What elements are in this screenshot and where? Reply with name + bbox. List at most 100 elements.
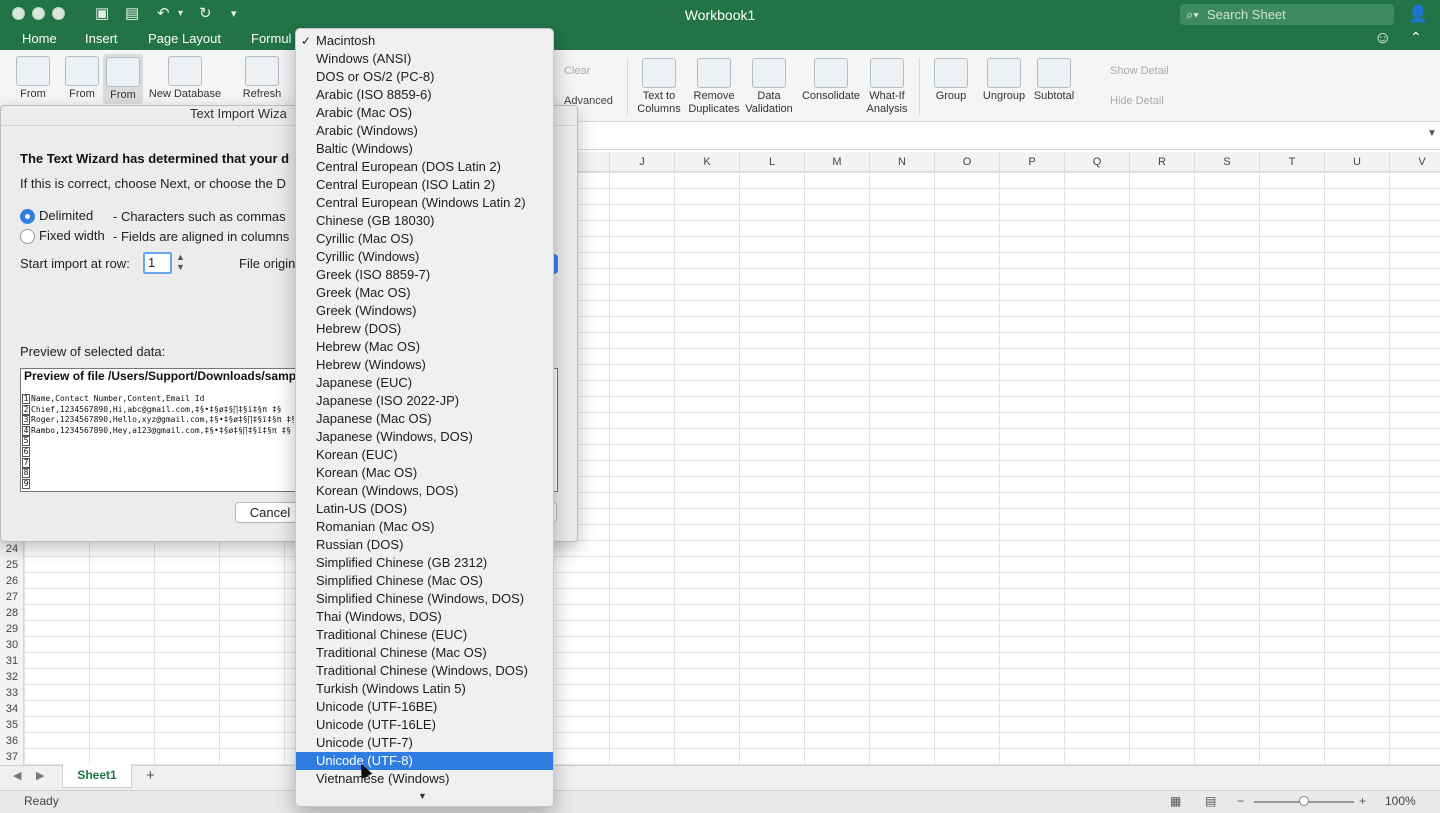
text-to-columns-button[interactable]: Text to Columns	[634, 58, 684, 116]
menu-item-encoding[interactable]: Japanese (ISO 2022-JP)	[296, 392, 553, 410]
column-header[interactable]: P	[999, 152, 1064, 172]
group-button[interactable]: Group	[928, 58, 974, 103]
page-layout-view-icon[interactable]: ▤	[1205, 794, 1216, 808]
menu-item-encoding[interactable]: Simplified Chinese (GB 2312)	[296, 554, 553, 572]
remove-duplicates-button[interactable]: Remove Duplicates	[686, 58, 742, 116]
tab-formulas[interactable]: Formul	[251, 31, 291, 46]
start-import-row-input[interactable]: 1	[143, 252, 172, 274]
menu-item-encoding[interactable]: Unicode (UTF-16LE)	[296, 716, 553, 734]
menu-item-encoding[interactable]: Korean (Mac OS)	[296, 464, 553, 482]
sheet-tab-sheet1[interactable]: Sheet1	[62, 764, 132, 788]
collapse-ribbon-icon[interactable]: ⌃	[1410, 29, 1422, 46]
menu-item-encoding[interactable]: Hebrew (DOS)	[296, 320, 553, 338]
menu-item-encoding[interactable]: Greek (ISO 8859-7)	[296, 266, 553, 284]
menu-item-encoding[interactable]: Hebrew (Mac OS)	[296, 338, 553, 356]
column-header[interactable]: K	[674, 152, 739, 172]
menu-item-encoding[interactable]: Russian (DOS)	[296, 536, 553, 554]
tab-home[interactable]: Home	[22, 31, 57, 46]
menu-item-encoding[interactable]: Romanian (Mac OS)	[296, 518, 553, 536]
menu-item-encoding[interactable]: Cyrillic (Mac OS)	[296, 230, 553, 248]
column-header[interactable]: O	[934, 152, 999, 172]
row-header[interactable]: 35	[0, 717, 24, 733]
new-database-query-button[interactable]: New Database	[146, 56, 224, 101]
menu-item-encoding[interactable]: Traditional Chinese (Mac OS)	[296, 644, 553, 662]
row-header[interactable]: 26	[0, 573, 24, 589]
zoom-in-icon[interactable]: +	[1359, 794, 1366, 808]
menu-item-encoding[interactable]: Arabic (Windows)	[296, 122, 553, 140]
row-header[interactable]: 29	[0, 621, 24, 637]
row-header[interactable]: 27	[0, 589, 24, 605]
row-header[interactable]: 31	[0, 653, 24, 669]
menu-item-encoding[interactable]: Arabic (Mac OS)	[296, 104, 553, 122]
delimited-radio[interactable]	[20, 209, 35, 224]
menu-item-encoding[interactable]: Japanese (Windows, DOS)	[296, 428, 553, 446]
menu-scroll-down-icon[interactable]: ▼	[418, 791, 427, 801]
ungroup-button[interactable]: Ungroup	[979, 58, 1029, 103]
row-header[interactable]: 24	[0, 541, 24, 557]
menu-item-encoding[interactable]: Greek (Windows)	[296, 302, 553, 320]
menu-item-encoding[interactable]: Chinese (GB 18030)	[296, 212, 553, 230]
menu-item-encoding[interactable]: Turkish (Windows Latin 5)	[296, 680, 553, 698]
menu-item-encoding[interactable]: Japanese (Mac OS)	[296, 410, 553, 428]
row-header[interactable]: 30	[0, 637, 24, 653]
menu-item-encoding[interactable]: Central European (DOS Latin 2)	[296, 158, 553, 176]
normal-view-icon[interactable]: ▦	[1170, 794, 1181, 808]
menu-item-encoding[interactable]: Simplified Chinese (Windows, DOS)	[296, 590, 553, 608]
column-header[interactable]: L	[739, 152, 804, 172]
stepper-up-icon[interactable]: ▲	[176, 252, 185, 262]
show-detail-button[interactable]: Show Detail	[1110, 65, 1169, 77]
menu-item-encoding[interactable]: Thai (Windows, DOS)	[296, 608, 553, 626]
row-header[interactable]: 32	[0, 669, 24, 685]
column-header[interactable]: M	[804, 152, 869, 172]
data-validation-button[interactable]: Data Validation	[743, 58, 795, 116]
menu-item-encoding[interactable]: DOS or OS/2 (PC-8)	[296, 68, 553, 86]
zoom-slider-knob[interactable]	[1299, 796, 1309, 806]
subtotal-button[interactable]: Subtotal	[1030, 58, 1078, 103]
fixed-width-radio[interactable]	[20, 229, 35, 244]
smiley-feedback-icon[interactable]: ☺	[1374, 28, 1391, 48]
menu-item-encoding[interactable]: ✓ Macintosh	[296, 32, 553, 50]
menu-item-encoding[interactable]: Cyrillic (Windows)	[296, 248, 553, 266]
menu-item-encoding[interactable]: Greek (Mac OS)	[296, 284, 553, 302]
consolidate-button[interactable]: Consolidate	[800, 58, 862, 103]
search-input[interactable]: ⌕▾ Search Sheet	[1180, 4, 1394, 25]
column-header[interactable]: R	[1129, 152, 1194, 172]
menu-item-encoding[interactable]: Traditional Chinese (Windows, DOS)	[296, 662, 553, 680]
menu-item-encoding[interactable]: Hebrew (Windows)	[296, 356, 553, 374]
row-stepper[interactable]: ▲ ▼	[176, 252, 185, 272]
next-sheet-icon[interactable]: ▶	[36, 769, 44, 782]
menu-item-encoding[interactable]: Central European (ISO Latin 2)	[296, 176, 553, 194]
fixed-width-label[interactable]: Fixed width	[39, 228, 105, 243]
menu-item-encoding[interactable]: Korean (EUC)	[296, 446, 553, 464]
hide-detail-button[interactable]: Hide Detail	[1110, 95, 1164, 107]
zoom-out-icon[interactable]: −	[1237, 794, 1244, 808]
menu-item-encoding[interactable]: Japanese (EUC)	[296, 374, 553, 392]
prev-sheet-icon[interactable]: ◀	[13, 769, 21, 782]
clear-button[interactable]: Clear	[564, 65, 590, 77]
column-header[interactable]: S	[1194, 152, 1259, 172]
menu-item-encoding[interactable]: Windows (ANSI)	[296, 50, 553, 68]
what-if-analysis-button[interactable]: What-If Analysis	[862, 58, 912, 116]
menu-item-encoding[interactable]: Simplified Chinese (Mac OS)	[296, 572, 553, 590]
column-header[interactable]: T	[1259, 152, 1324, 172]
column-header[interactable]: N	[869, 152, 934, 172]
menu-item-encoding[interactable]: Unicode (UTF-7)	[296, 734, 553, 752]
tab-page-layout[interactable]: Page Layout	[148, 31, 221, 46]
menu-item-encoding[interactable]: Unicode (UTF-8)	[296, 752, 553, 770]
menu-item-encoding[interactable]: Baltic (Windows)	[296, 140, 553, 158]
row-header[interactable]: 36	[0, 733, 24, 749]
stepper-down-icon[interactable]: ▼	[176, 262, 185, 272]
row-header[interactable]: 33	[0, 685, 24, 701]
row-header[interactable]: 25	[0, 557, 24, 573]
menu-item-encoding[interactable]: Unicode (UTF-16BE)	[296, 698, 553, 716]
add-sheet-button[interactable]: +	[146, 767, 155, 784]
column-header[interactable]: Q	[1064, 152, 1129, 172]
share-person-icon[interactable]: 👤	[1408, 4, 1428, 24]
menu-item-encoding[interactable]: Arabic (ISO 8859-6)	[296, 86, 553, 104]
column-header[interactable]: U	[1324, 152, 1389, 172]
menu-item-encoding[interactable]: Korean (Windows, DOS)	[296, 482, 553, 500]
menu-item-encoding[interactable]: Vietnamese (Windows)	[296, 770, 553, 788]
row-header[interactable]: 34	[0, 701, 24, 717]
tab-insert[interactable]: Insert	[85, 31, 118, 46]
column-header[interactable]: V	[1389, 152, 1440, 172]
